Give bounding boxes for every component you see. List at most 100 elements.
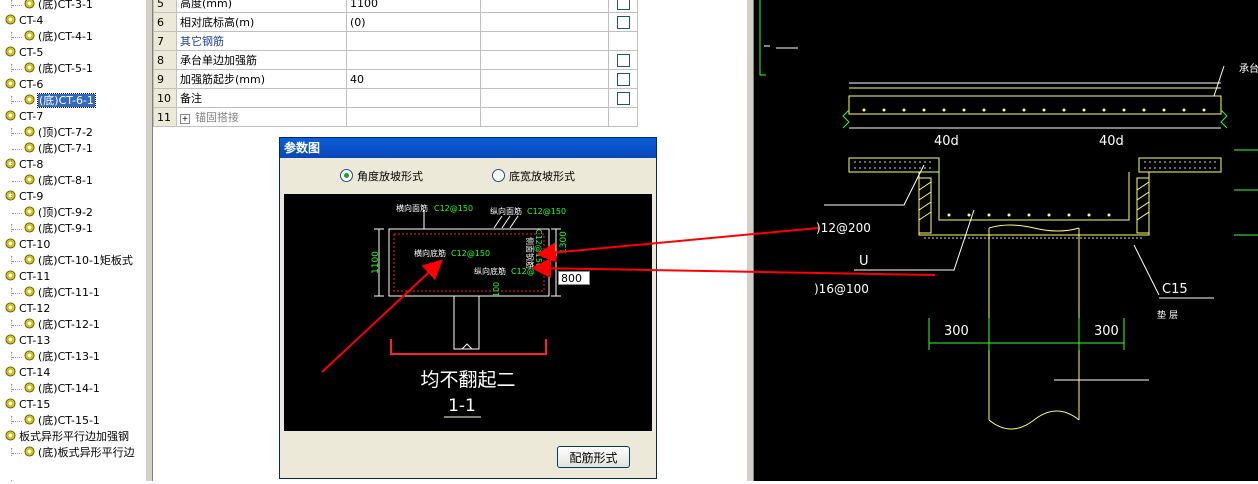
label-top-right: 纵向面筋 xyxy=(490,206,522,216)
tree-item[interactable]: (顶)CT-7-2 xyxy=(24,125,93,141)
tree-item-label: CT-9 xyxy=(19,190,44,203)
tree-item-label: (底)CT-9-1 xyxy=(38,222,93,235)
tree-item[interactable]: CT-12 xyxy=(5,301,50,317)
dim-small: 100 xyxy=(492,282,501,297)
rebar-form-button[interactable]: 配筋形式 xyxy=(557,446,630,468)
tree-item[interactable]: CT-14 xyxy=(5,365,50,381)
tree-item[interactable]: (底)CT-5-1 xyxy=(24,61,93,77)
property-row[interactable]: 6 相对底标高(m) (0) xyxy=(153,12,638,32)
component-tree[interactable]: (底)CT-3-1 CT-4 (底)CT-4-1 CT-5 (底)CT-5-1 CT-6 (… xyxy=(0,0,145,481)
additional-checkbox[interactable] xyxy=(616,0,630,10)
cad-dim-300-right: 300 xyxy=(1094,324,1119,339)
property-value[interactable]: 1100 xyxy=(346,0,481,13)
property-table: 5 高度(mm) 1100 6 相对底标高(m) (0) 7 其它钢筋 8 承台单边加强筋 9 加强筋… xyxy=(153,0,638,127)
tree-item[interactable]: (底)板式异形平行边 xyxy=(24,445,135,461)
property-check-cell[interactable] xyxy=(608,50,638,70)
property-extra xyxy=(480,107,609,127)
tree-item[interactable]: CT-6 xyxy=(5,77,43,93)
tree-item[interactable]: (底)CT-14-1 xyxy=(24,381,100,397)
tree-item[interactable]: (底)CT-13-1 xyxy=(24,349,100,365)
dialog-title[interactable]: 参数图 xyxy=(280,138,656,158)
gear-icon xyxy=(24,94,38,107)
additional-checkbox[interactable] xyxy=(616,91,630,105)
row-number: 7 xyxy=(153,31,177,51)
tree-item[interactable]: CT-5 xyxy=(5,45,43,61)
tree-item[interactable]: (底)CT-4-1 xyxy=(24,29,93,45)
tree-item[interactable]: (底)CT-9-1 xyxy=(24,221,93,237)
additional-checkbox[interactable] xyxy=(616,15,630,29)
cad-label-c12: )12@200 xyxy=(816,221,871,235)
gear-icon xyxy=(24,222,38,235)
gear-icon xyxy=(5,430,19,443)
tree-item[interactable]: CT-11 xyxy=(5,269,50,285)
tree-item[interactable]: (底)CT-3-1 xyxy=(24,0,93,13)
expand-icon[interactable]: + xyxy=(180,114,190,124)
property-value[interactable] xyxy=(346,31,481,51)
dimension-input[interactable]: 800 xyxy=(558,271,590,285)
tree-item[interactable]: CT-13 xyxy=(5,333,50,349)
caption-1: 均不翻起二 xyxy=(420,369,515,391)
tree-connector xyxy=(11,352,12,360)
tree-item[interactable]: (底)CT-7-1 xyxy=(24,141,93,157)
tree-item[interactable]: (底)CT-12-1 xyxy=(24,317,100,333)
cad-label-40d-right: 40d xyxy=(1099,134,1124,149)
tree-item[interactable]: (底)CT-6-1 xyxy=(24,93,96,109)
gear-icon xyxy=(5,238,19,251)
tree-connector xyxy=(11,384,12,392)
gear-icon xyxy=(24,414,38,427)
tree-item[interactable]: (底)CT-15-1 xyxy=(24,413,100,429)
cad-label-right-top: 承台 xyxy=(1239,62,1258,75)
property-value[interactable] xyxy=(346,107,481,127)
property-check-cell[interactable] xyxy=(608,0,638,13)
property-row[interactable]: 8 承台单边加强筋 xyxy=(153,50,638,70)
property-check-cell[interactable] xyxy=(608,31,638,51)
property-value[interactable]: 40 xyxy=(346,69,481,89)
left-splitter[interactable] xyxy=(145,0,153,481)
radio-angle-slope[interactable]: 角度放坡形式 xyxy=(340,168,423,184)
gear-icon xyxy=(5,190,19,203)
tree-connector xyxy=(12,181,22,182)
property-value[interactable] xyxy=(346,88,481,108)
row-number: 6 xyxy=(153,12,177,32)
tree-connector xyxy=(11,64,12,72)
tree-item[interactable]: CT-7 xyxy=(5,109,43,125)
property-check-cell[interactable] xyxy=(608,107,638,127)
tree-item[interactable]: (底)CT-8-1 xyxy=(24,173,93,189)
tree-item[interactable]: (顶)CT-9-2 xyxy=(24,205,93,221)
right-splitter[interactable] xyxy=(746,0,754,481)
tree-item[interactable]: CT-15 xyxy=(5,397,50,413)
tree-item-label: (底)CT-10-1矩板式 xyxy=(38,254,133,267)
property-row[interactable]: 7 其它钢筋 xyxy=(153,31,638,51)
property-row[interactable]: 11 + 锚固搭接 xyxy=(153,107,638,127)
property-row[interactable]: 5 高度(mm) 1100 xyxy=(153,0,638,13)
dim-left: 1100 xyxy=(371,251,381,274)
cad-drawing-view[interactable]: 40d 40d )12@200 U )16@100 C15 300 300 承台… xyxy=(754,0,1258,481)
tree-item[interactable]: CT-4 xyxy=(5,13,43,29)
tree-item[interactable]: (底)CT-10-1矩板式 xyxy=(24,253,133,269)
param-drawing: 横向面筋 C12@150 纵向面筋 C12@150 横向底筋 C12@150 纵… xyxy=(371,203,569,418)
gear-icon xyxy=(24,446,38,459)
property-check-cell[interactable] xyxy=(608,88,638,108)
additional-checkbox[interactable] xyxy=(616,53,630,67)
property-name-cell: + 锚固搭接 xyxy=(176,107,347,127)
gear-icon xyxy=(24,62,38,75)
tree-item[interactable]: (底)CT-11-1 xyxy=(24,285,100,301)
additional-checkbox[interactable] xyxy=(616,72,630,86)
property-check-cell[interactable] xyxy=(608,12,638,32)
gear-icon xyxy=(24,318,38,331)
property-extra xyxy=(480,31,609,51)
radio-width-slope[interactable]: 底宽放坡形式 xyxy=(492,168,575,184)
tree-item[interactable]: CT-10 xyxy=(5,237,50,253)
property-row[interactable]: 10 备注 xyxy=(153,88,638,108)
property-name: 承台单边加强筋 xyxy=(180,54,257,67)
property-value[interactable] xyxy=(346,50,481,70)
property-value[interactable]: (0) xyxy=(346,12,481,32)
tree-connector xyxy=(11,128,12,136)
property-row[interactable]: 9 加强筋起步(mm) 40 xyxy=(153,69,638,89)
tree-connector xyxy=(12,293,22,294)
slope-mode-radio-group: 角度放坡形式 底宽放坡形式 xyxy=(280,166,656,186)
param-diagram-dialog[interactable]: 参数图 角度放坡形式 底宽放坡形式 横向面筋 C12@150 纵向面筋 C12@… xyxy=(279,137,657,479)
tree-item[interactable]: 板式异形平行边加强钢 xyxy=(5,429,129,445)
property-check-cell[interactable] xyxy=(608,69,638,89)
tree-item-label: CT-11 xyxy=(19,270,51,283)
